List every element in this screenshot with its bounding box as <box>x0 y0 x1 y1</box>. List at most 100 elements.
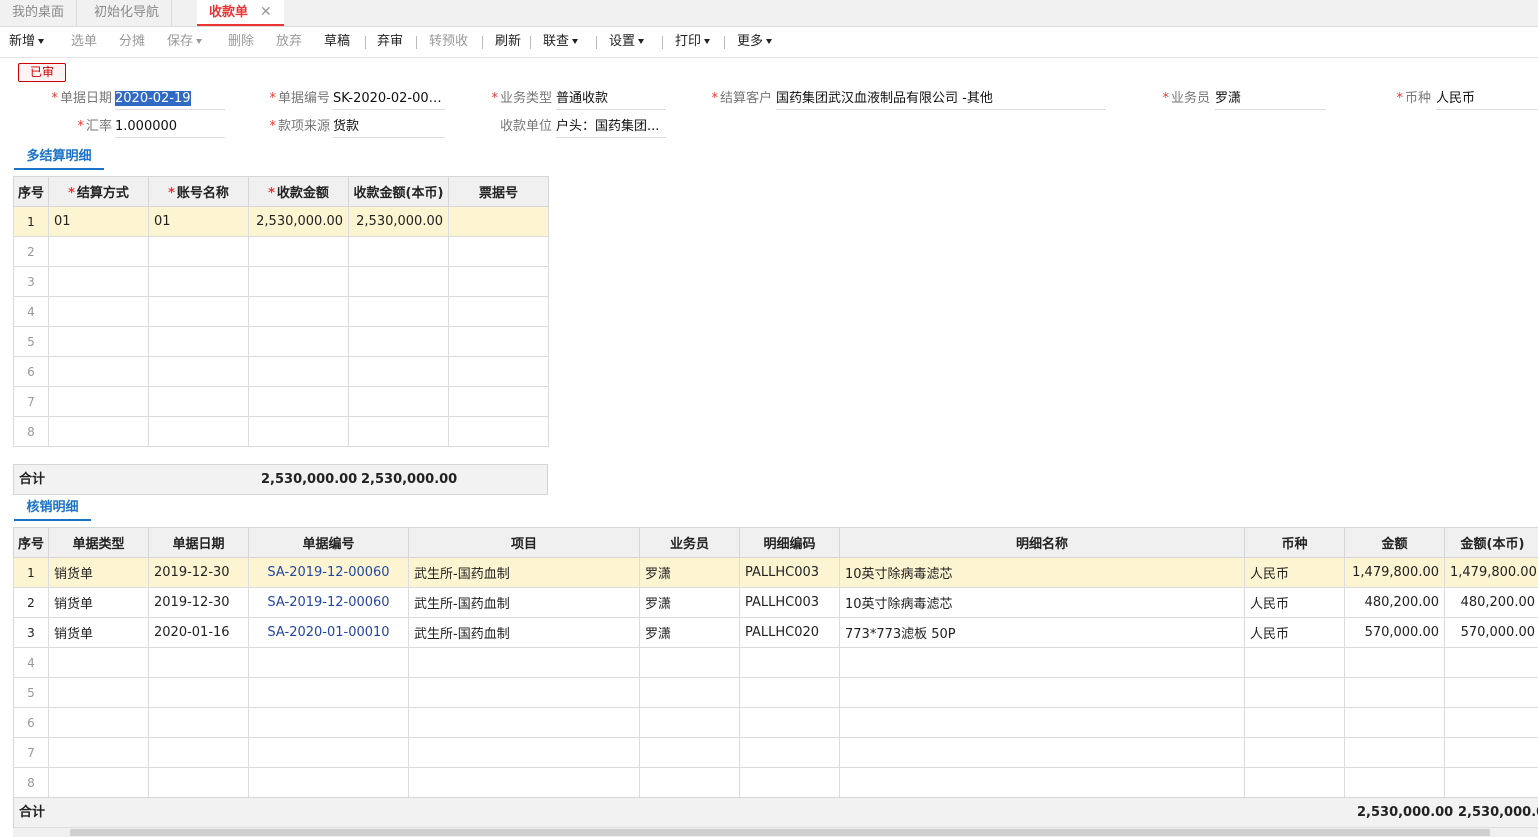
cell[interactable] <box>1445 768 1538 798</box>
cell[interactable] <box>640 678 740 708</box>
table-row[interactable]: 2 销货单 2019-12-30 SA-2019-12-00060 武生所-国药… <box>14 588 1538 618</box>
cell[interactable] <box>49 357 149 387</box>
cell[interactable] <box>49 648 149 678</box>
cell[interactable] <box>840 738 1245 768</box>
table-row[interactable]: 4 <box>14 297 549 327</box>
cell[interactable] <box>349 417 449 447</box>
doc-date-cell[interactable]: 2019-12-30 <box>149 588 249 618</box>
cell[interactable] <box>1245 648 1345 678</box>
doc-type-cell[interactable]: 销货单 <box>49 588 149 618</box>
cell[interactable] <box>349 387 449 417</box>
cell[interactable] <box>149 417 249 447</box>
cell[interactable] <box>449 387 549 417</box>
cell[interactable] <box>149 267 249 297</box>
col-header[interactable]: 单据类型 <box>49 528 149 558</box>
item-code-cell[interactable]: PALLHC020 <box>740 618 840 648</box>
cell[interactable] <box>1345 738 1445 768</box>
table-row[interactable]: 1 01 01 2,530,000.00 2,530,000.00 <box>14 207 549 237</box>
cell[interactable] <box>449 327 549 357</box>
cell[interactable] <box>449 357 549 387</box>
settlement-section-title[interactable]: 多结算明细 <box>14 146 104 170</box>
cell[interactable] <box>49 267 149 297</box>
settings-button[interactable]: 设置 <box>609 27 644 57</box>
cell[interactable] <box>249 237 349 267</box>
source-field[interactable]: 货款 <box>333 117 445 138</box>
cell[interactable] <box>49 678 149 708</box>
cell[interactable] <box>349 357 449 387</box>
cell[interactable] <box>640 708 740 738</box>
cell[interactable] <box>149 237 249 267</box>
cell[interactable] <box>149 708 249 738</box>
link-query-button[interactable]: 联查 <box>543 27 578 57</box>
cell[interactable] <box>1345 768 1445 798</box>
unapprove-button[interactable]: 弃审 <box>377 27 403 57</box>
cell[interactable] <box>49 768 149 798</box>
tab-init-nav[interactable]: 初始化导航 <box>82 0 172 26</box>
cell[interactable] <box>49 237 149 267</box>
cell[interactable] <box>149 678 249 708</box>
cell[interactable] <box>149 327 249 357</box>
salesman-cell[interactable]: 罗潇 <box>640 588 740 618</box>
amount-local-cell[interactable]: 480,200.00 <box>1445 588 1538 618</box>
cell[interactable] <box>409 738 640 768</box>
project-cell[interactable]: 武生所-国药血制 <box>409 558 640 588</box>
table-row[interactable]: 5 <box>14 327 549 357</box>
cell[interactable] <box>249 417 349 447</box>
discard-button[interactable]: 放弃 <box>276 27 302 57</box>
more-button[interactable]: 更多 <box>737 27 772 57</box>
col-header[interactable]: 收款金额(本币) <box>349 177 449 207</box>
cell[interactable] <box>49 417 149 447</box>
cell[interactable] <box>1245 678 1345 708</box>
doc-date-cell[interactable]: 2020-01-16 <box>149 618 249 648</box>
delete-button[interactable]: 删除 <box>228 27 254 57</box>
close-icon[interactable]: ✕ <box>260 0 272 25</box>
settle-method-cell[interactable]: 01 <box>49 207 149 237</box>
cell[interactable] <box>249 738 409 768</box>
cell[interactable] <box>249 297 349 327</box>
col-header[interactable]: 项目 <box>409 528 640 558</box>
cell[interactable] <box>409 708 640 738</box>
table-row[interactable]: 6 <box>14 708 1538 738</box>
cell[interactable] <box>249 357 349 387</box>
cell[interactable] <box>449 237 549 267</box>
cell[interactable] <box>149 387 249 417</box>
save-button[interactable]: 保存 <box>167 27 202 57</box>
ticket-cell[interactable] <box>449 207 549 237</box>
amount-local-cell[interactable]: 570,000.00 <box>1445 618 1538 648</box>
salesman-cell[interactable]: 罗潇 <box>640 618 740 648</box>
cell[interactable] <box>49 297 149 327</box>
col-header[interactable]: 单据日期 <box>149 528 249 558</box>
cell[interactable] <box>740 708 840 738</box>
table-row[interactable]: 1 销货单 2019-12-30 SA-2019-12-00060 武生所-国药… <box>14 558 1538 588</box>
cell[interactable] <box>449 417 549 447</box>
cell[interactable] <box>49 708 149 738</box>
table-row[interactable]: 6 <box>14 357 549 387</box>
amount-cell[interactable]: 480,200.00 <box>1345 588 1445 618</box>
cell[interactable] <box>1445 738 1538 768</box>
item-code-cell[interactable]: PALLHC003 <box>740 558 840 588</box>
doc-no-field[interactable]: SK-2020-02-00011 <box>333 89 445 110</box>
col-header[interactable]: 明细名称 <box>840 528 1245 558</box>
cell[interactable] <box>1445 708 1538 738</box>
cell[interactable] <box>149 357 249 387</box>
table-row[interactable]: 2 <box>14 237 549 267</box>
amount-cell[interactable]: 1,479,800.00 <box>1345 558 1445 588</box>
payer-field[interactable]: 户头：国药集团... <box>556 117 666 138</box>
draft-button[interactable]: 草稿 <box>324 27 350 57</box>
doc-date-field[interactable]: 2020-02-19 <box>115 89 225 110</box>
project-cell[interactable]: 武生所-国药血制 <box>409 588 640 618</box>
item-name-cell[interactable]: 10英寸除病毒滤芯 <box>840 558 1245 588</box>
salesman-field[interactable]: 罗潇 <box>1215 89 1326 110</box>
cell[interactable] <box>840 678 1245 708</box>
col-header[interactable]: 金额 <box>1345 528 1445 558</box>
cell[interactable] <box>740 768 840 798</box>
new-button[interactable]: 新增 <box>9 27 44 57</box>
tab-receipt[interactable]: 收款单✕ <box>197 0 284 26</box>
doc-no-link[interactable]: SA-2020-01-00010 <box>249 618 409 648</box>
item-name-cell[interactable]: 10英寸除病毒滤芯 <box>840 588 1245 618</box>
amount-local-cell[interactable]: 2,530,000.00 <box>349 207 449 237</box>
salesman-cell[interactable]: 罗潇 <box>640 558 740 588</box>
currency-field[interactable]: 人民币 <box>1436 89 1538 110</box>
biz-type-field[interactable]: 普通收款 <box>556 89 666 110</box>
cell[interactable] <box>640 648 740 678</box>
